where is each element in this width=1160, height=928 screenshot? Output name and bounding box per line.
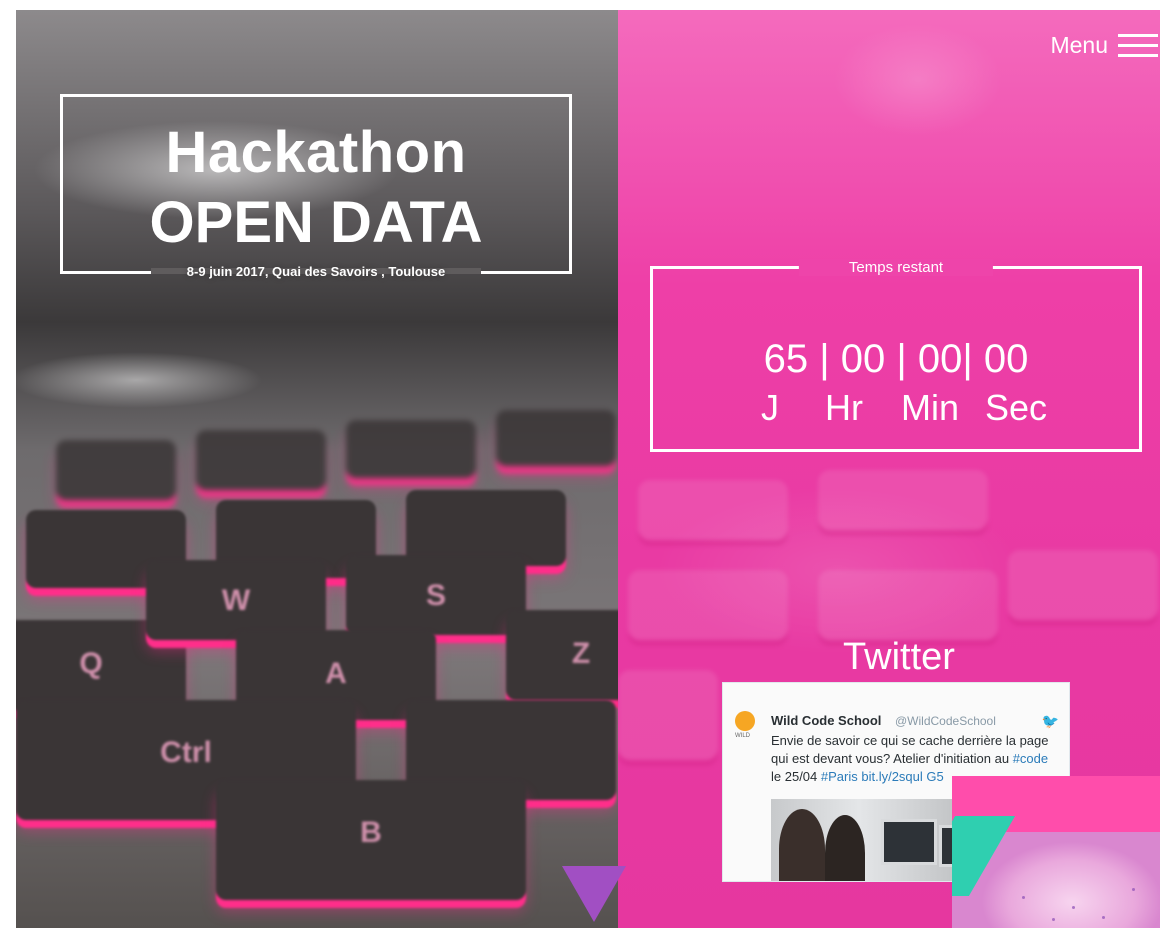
menu-button[interactable]: Menu <box>1050 32 1158 59</box>
tweet-url-link[interactable]: bit.ly/2squl G5 <box>858 769 943 784</box>
twitter-bird-icon[interactable]: 🐦 <box>1042 713 1059 730</box>
hashtag-code-link[interactable]: #code <box>1013 751 1048 766</box>
hero-section: Q W S A Z Ctrl B Menu Temps restant 65 |… <box>16 10 1160 928</box>
menu-label: Menu <box>1050 32 1108 58</box>
hamburger-icon <box>1118 33 1158 58</box>
countdown-values: 65 | 00 | 00| 00 <box>763 337 1029 381</box>
countdown-label: Temps restant <box>798 259 994 276</box>
event-subtitle: 8-9 juin 2017, Quai des Savoirs , Toulou… <box>186 264 446 279</box>
tweet-author-name[interactable]: Wild Code School <box>771 713 881 728</box>
tweet-text-part1: Envie de savoir ce qui se cache derrière… <box>771 733 1049 766</box>
hashtag-paris-link[interactable]: #Paris <box>821 769 858 784</box>
twitter-heading: Twitter <box>843 636 955 678</box>
unit-days: J <box>760 387 779 428</box>
unit-seconds: Sec <box>984 387 1048 428</box>
unit-minutes: Min <box>900 387 959 428</box>
countdown-box: Temps restant 65 | 00 | 00| 00 J Hr Min … <box>650 259 1142 452</box>
triangle-down-icon[interactable] <box>562 866 626 922</box>
event-title-box: Hackathon OPEN DATA 8-9 juin 2017, Quai … <box>60 94 572 279</box>
author-avatar[interactable] <box>735 711 755 731</box>
tweet-text-part2: le 25/04 <box>771 769 821 784</box>
tweet-author-handle[interactable]: @WildCodeSchool <box>895 714 996 728</box>
avatar-caption: WILD <box>735 733 750 739</box>
countdown-units: J Hr Min Sec <box>653 387 1139 429</box>
unit-hours: Hr <box>824 387 863 428</box>
overlay-image-card[interactable] <box>952 776 1160 928</box>
page-title-line2: OPEN DATA <box>149 190 483 255</box>
page-title: Hackathon <box>165 120 467 185</box>
